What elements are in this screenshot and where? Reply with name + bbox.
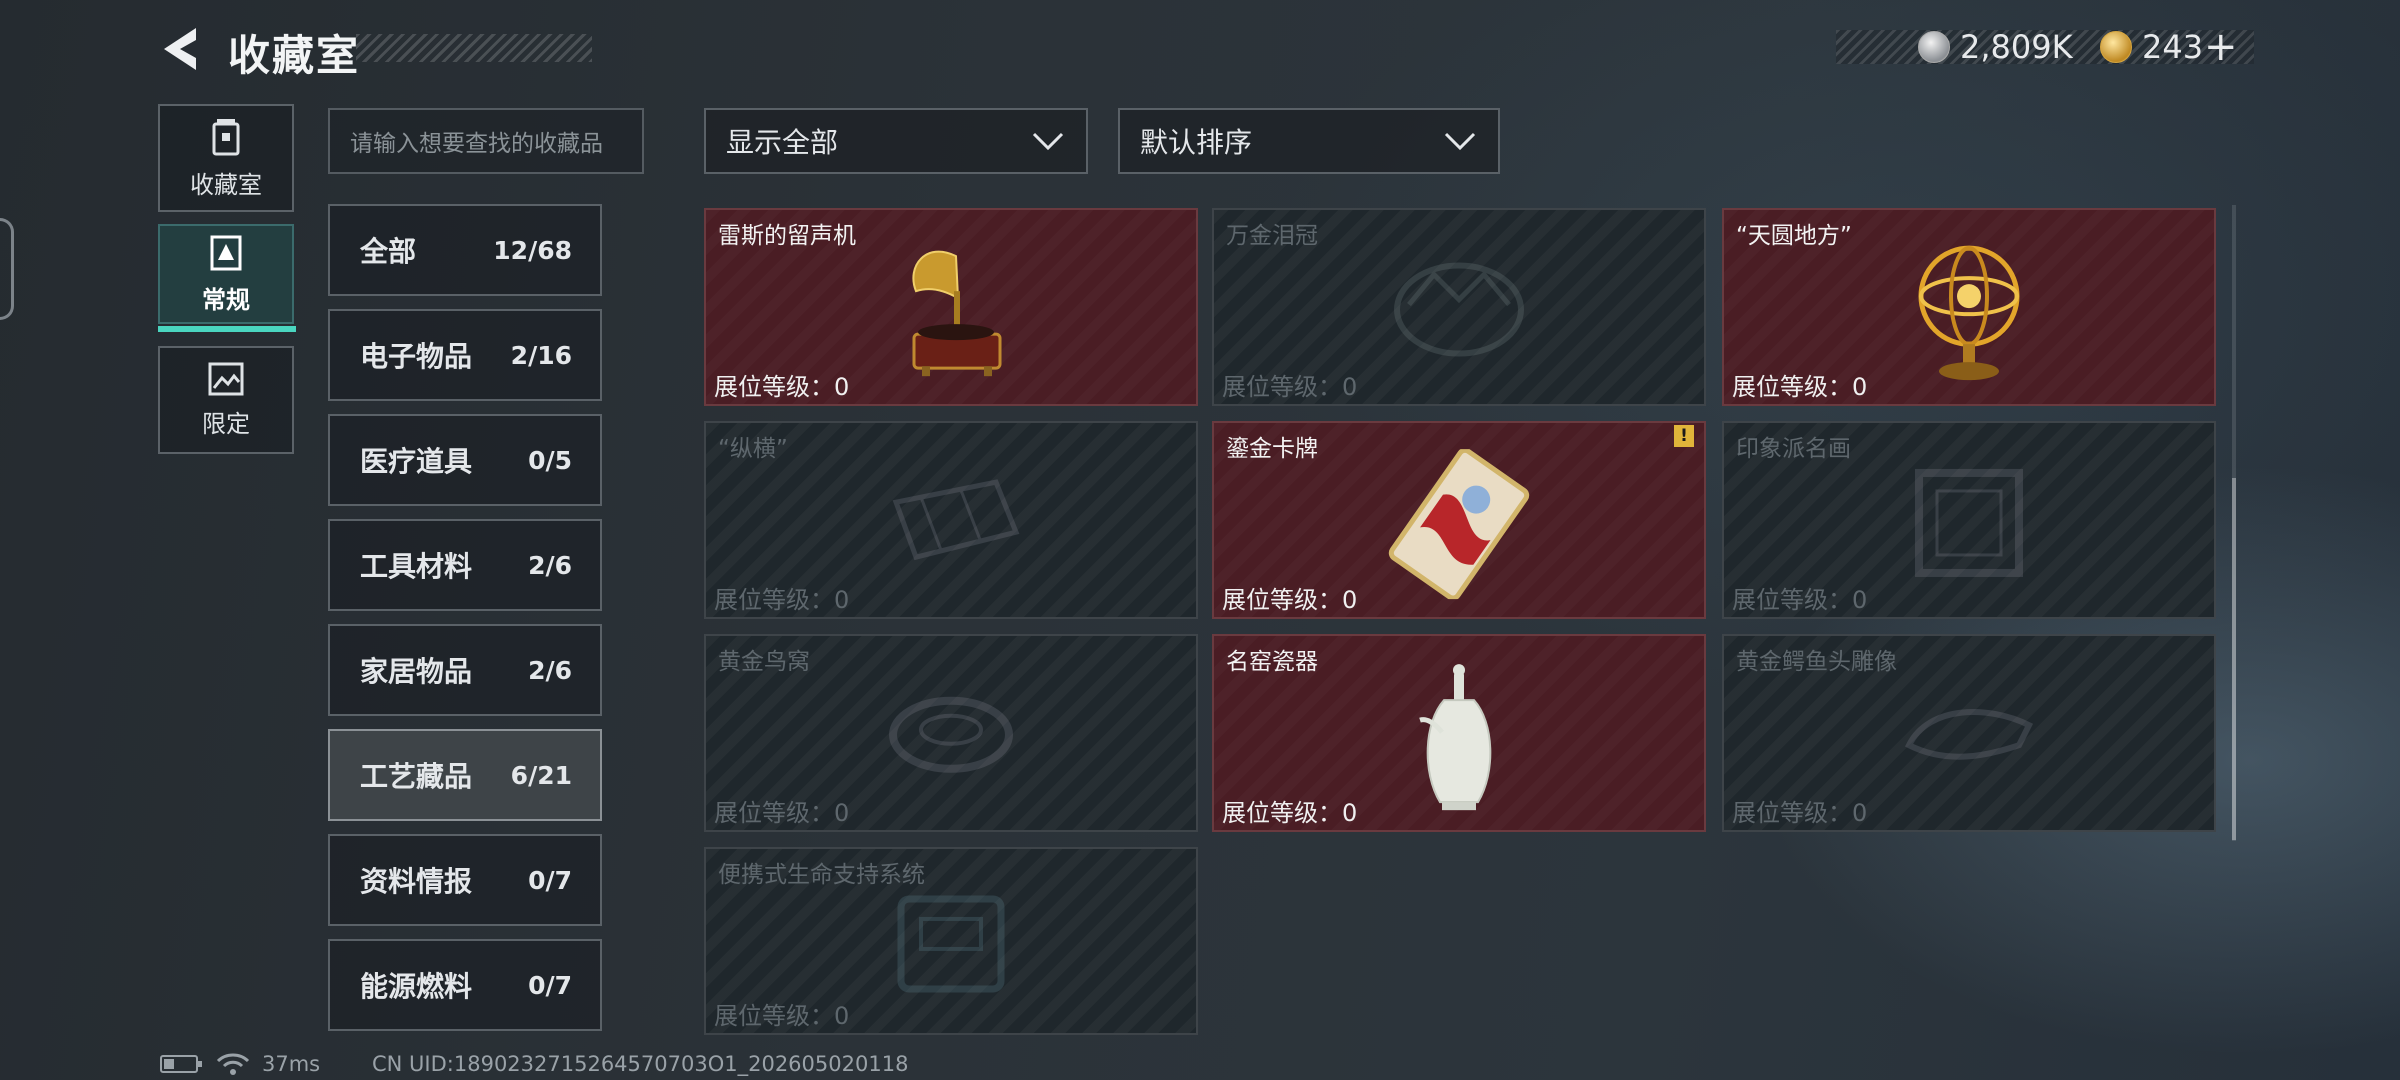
crown-icon bbox=[1389, 255, 1529, 369]
category-name: 家居物品 bbox=[360, 655, 473, 688]
alert-badge: ! bbox=[1674, 425, 1694, 447]
category-count: 6/21 bbox=[510, 760, 572, 790]
category-intel[interactable]: 资料情报 0/7 bbox=[328, 834, 602, 926]
gold-currency: 243 bbox=[2100, 28, 2203, 66]
status-footer: 37ms bbox=[160, 1052, 320, 1076]
collectible-card[interactable]: 名窑瓷器 展位等级：0 bbox=[1212, 634, 1706, 832]
item-name: 黄金鸟窝 bbox=[718, 649, 810, 675]
document-icon bbox=[210, 235, 242, 270]
gold-amount: 243 bbox=[2142, 28, 2204, 66]
armillary-sphere-icon bbox=[1909, 236, 2029, 390]
category-electronics[interactable]: 电子物品 2/16 bbox=[328, 309, 602, 401]
item-name: “纵横” bbox=[718, 436, 788, 462]
back-button[interactable] bbox=[160, 26, 204, 72]
nav-limited-label: 限定 bbox=[202, 409, 250, 438]
category-household[interactable]: 家居物品 2/6 bbox=[328, 624, 602, 716]
category-all[interactable]: 全部 12/68 bbox=[328, 204, 602, 296]
display-level: 展位等级：0 bbox=[714, 799, 850, 827]
filter-dropdown-value: 显示全部 bbox=[726, 126, 839, 159]
nav-collection-room-label: 收藏室 bbox=[190, 170, 262, 199]
nav-collection-room[interactable]: 收藏室 bbox=[158, 104, 294, 212]
display-level: 展位等级：0 bbox=[714, 373, 850, 401]
chevron-down-icon bbox=[1032, 132, 1064, 151]
scrollbar-thumb[interactable] bbox=[2232, 478, 2236, 840]
gramophone-icon bbox=[896, 236, 1006, 390]
display-level: 展位等级：0 bbox=[1222, 373, 1358, 401]
item-name: 鎏金卡牌 bbox=[1226, 436, 1318, 462]
life-support-icon bbox=[886, 884, 1016, 1008]
collectible-card[interactable]: 印象派名画 展位等级：0 bbox=[1722, 421, 2216, 619]
display-level: 展位等级：0 bbox=[1222, 586, 1358, 614]
nav-active-indicator bbox=[158, 326, 296, 332]
category-crafts[interactable]: 工艺藏品 6/21 bbox=[328, 729, 602, 821]
item-name: “天圆地方” bbox=[1736, 223, 1852, 249]
item-name: 印象派名画 bbox=[1736, 436, 1851, 462]
display-level: 展位等级：0 bbox=[714, 586, 850, 614]
silver-amount: 2,809K bbox=[1960, 28, 2073, 66]
category-count: 12/68 bbox=[493, 235, 572, 265]
ping-value: 37ms bbox=[262, 1052, 321, 1076]
silver-coin-icon bbox=[1918, 31, 1950, 63]
category-name: 能源燃料 bbox=[360, 970, 473, 1003]
back-arrow-icon bbox=[164, 28, 196, 70]
collectible-card[interactable]: “天圆地方” 展位等级：0 bbox=[1722, 208, 2216, 406]
painting-icon bbox=[1909, 463, 2029, 587]
category-name: 资料情报 bbox=[360, 865, 473, 898]
display-level: 展位等级：0 bbox=[1732, 373, 1868, 401]
category-count: 2/16 bbox=[510, 340, 572, 370]
side-drawer-handle[interactable] bbox=[0, 218, 14, 320]
category-name: 医疗道具 bbox=[360, 445, 473, 478]
battery-icon bbox=[160, 1055, 202, 1073]
gold-coin-icon bbox=[2100, 31, 2132, 63]
item-name: 万金泪冠 bbox=[1226, 223, 1318, 249]
collectible-card[interactable]: 万金泪冠 展位等级：0 bbox=[1212, 208, 1706, 406]
category-name: 工艺藏品 bbox=[360, 760, 473, 793]
wifi-icon bbox=[216, 1053, 250, 1075]
category-name: 全部 bbox=[360, 235, 417, 268]
search-input[interactable]: 请输入想要查找的收藏品 bbox=[328, 108, 644, 174]
category-tools[interactable]: 工具材料 2/6 bbox=[328, 519, 602, 611]
item-name: 雷斯的留声机 bbox=[718, 223, 856, 249]
sort-dropdown-value: 默认排序 bbox=[1140, 126, 1253, 159]
category-count: 2/6 bbox=[528, 655, 572, 685]
user-uid: CN UID:1890232715264570703О1_20260502011… bbox=[372, 1052, 909, 1076]
title-decoration bbox=[356, 34, 592, 62]
porcelain-vase-icon bbox=[1414, 662, 1504, 816]
category-name: 工具材料 bbox=[360, 550, 473, 583]
chevron-down-icon bbox=[1444, 132, 1476, 151]
category-count: 2/6 bbox=[528, 550, 572, 580]
picture-icon bbox=[208, 362, 244, 395]
item-name: 黄金鳄鱼头雕像 bbox=[1736, 649, 1897, 675]
collectible-card[interactable]: 鎏金卡牌 ! 展位等级：0 bbox=[1212, 421, 1706, 619]
collectible-card[interactable]: 雷斯的留声机 展位等级：0 bbox=[704, 208, 1198, 406]
filter-dropdown[interactable]: 显示全部 bbox=[704, 108, 1088, 174]
nav-regular[interactable]: 常规 bbox=[158, 224, 294, 324]
category-count: 0/7 bbox=[528, 970, 572, 1000]
chessboard-icon bbox=[876, 472, 1026, 576]
display-level: 展位等级：0 bbox=[714, 1002, 850, 1030]
category-count: 0/7 bbox=[528, 865, 572, 895]
display-level: 展位等级：0 bbox=[1732, 799, 1868, 827]
nav-regular-label: 常规 bbox=[202, 285, 250, 314]
silver-currency: 2,809K bbox=[1918, 28, 2073, 66]
category-count: 0/5 bbox=[528, 445, 572, 475]
category-name: 电子物品 bbox=[360, 340, 473, 373]
bird-nest-icon bbox=[886, 690, 1016, 784]
add-currency-button[interactable]: + bbox=[2204, 24, 2238, 70]
category-energy[interactable]: 能源燃料 0/7 bbox=[328, 939, 602, 1031]
page-title: 收藏室 bbox=[228, 31, 361, 80]
crocodile-head-icon bbox=[1899, 685, 2039, 789]
display-level: 展位等级：0 bbox=[1222, 799, 1358, 827]
trash-can-icon bbox=[212, 118, 240, 155]
item-name: 名窑瓷器 bbox=[1226, 649, 1318, 675]
collectible-card[interactable]: 便携式生命支持系统 展位等级：0 bbox=[704, 847, 1198, 1035]
sort-dropdown[interactable]: 默认排序 bbox=[1118, 108, 1500, 174]
nav-limited[interactable]: 限定 bbox=[158, 346, 294, 454]
display-level: 展位等级：0 bbox=[1732, 586, 1868, 614]
collectible-card[interactable]: 黄金鳄鱼头雕像 展位等级：0 bbox=[1722, 634, 2216, 832]
category-medical[interactable]: 医疗道具 0/5 bbox=[328, 414, 602, 506]
collectible-card[interactable]: “纵横” 展位等级：0 bbox=[704, 421, 1198, 619]
collectible-card[interactable]: 黄金鸟窝 展位等级：0 bbox=[704, 634, 1198, 832]
gilded-card-icon bbox=[1374, 447, 1544, 603]
